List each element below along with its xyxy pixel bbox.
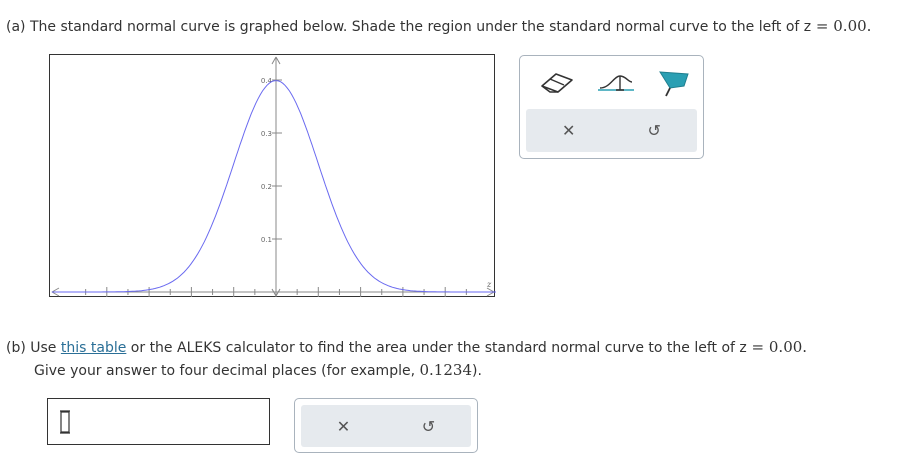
close-icon: ✕ — [562, 121, 576, 140]
question-a-value: = 0.00. — [811, 17, 872, 35]
eraser-icon[interactable] — [538, 68, 578, 96]
question-b-middle: or the ALEKS calculator to find the area… — [126, 340, 747, 356]
curve-shade-icon[interactable] — [594, 68, 638, 96]
question-part-b-instructions: Give your answer to four decimal places … — [34, 361, 482, 379]
graph-canvas[interactable]: -4-3-2-11234z0.40.30.20.1 — [50, 55, 496, 298]
undo-answer-button[interactable]: ↺ — [386, 405, 471, 447]
undo-graph-button[interactable]: ↺ — [612, 109, 698, 152]
answer-action-bar: ✕ ↺ — [301, 405, 471, 447]
undo-icon: ↺ — [647, 121, 661, 140]
y-tick-label: 0.2 — [261, 183, 272, 191]
instructions-suffix: ). — [472, 363, 482, 379]
answer-tool-panel: ✕ ↺ — [294, 398, 478, 453]
example-value: 0.1234 — [419, 361, 473, 379]
graph-action-bar: ✕ ↺ — [526, 109, 697, 152]
flag-shade-icon[interactable] — [654, 68, 694, 98]
answer-input[interactable] — [47, 398, 270, 445]
y-tick-label: 0.3 — [261, 130, 272, 138]
graph-tool-panel: ✕ ↺ — [519, 55, 704, 159]
text-cursor-icon — [60, 410, 70, 434]
y-tick-label: 0.4 — [261, 77, 273, 85]
undo-icon: ↺ — [421, 416, 436, 436]
instructions-text: Give your answer to four decimal places … — [34, 363, 420, 379]
question-b-text: (b) Use — [6, 340, 61, 356]
normal-curve-graph[interactable]: -4-3-2-11234z0.40.30.20.1 — [49, 54, 496, 298]
question-part-b: (b) Use this table or the ALEKS calculat… — [6, 338, 807, 356]
question-a-text: (a) The standard normal curve is graphed… — [6, 19, 812, 35]
x-axis-label: z — [486, 280, 492, 289]
question-b-value: = 0.00. — [746, 338, 808, 356]
table-link[interactable]: this table — [61, 340, 126, 356]
clear-answer-button[interactable]: ✕ — [301, 405, 386, 447]
y-tick-label: 0.1 — [261, 236, 272, 244]
close-icon: ✕ — [336, 416, 351, 436]
clear-graph-button[interactable]: ✕ — [526, 109, 612, 152]
question-part-a: (a) The standard normal curve is graphed… — [6, 17, 871, 35]
